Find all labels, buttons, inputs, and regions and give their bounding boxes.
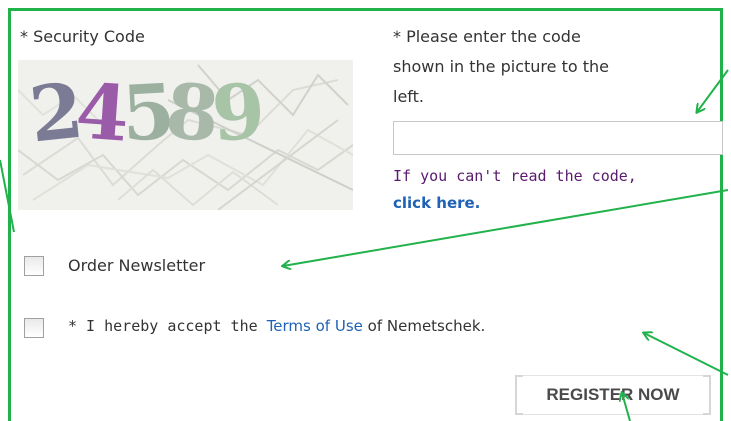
captcha-refresh-link[interactable]: click here.: [393, 194, 480, 212]
register-now-button[interactable]: REGISTER NOW: [515, 375, 711, 415]
terms-suffix: of Nemetschek.: [362, 317, 486, 335]
captcha-instruction-line: shown in the picture to the: [393, 57, 609, 76]
newsletter-label: Order Newsletter: [68, 256, 206, 275]
security-code-label: * Security Code: [20, 27, 145, 46]
terms-prefix: * I hereby accept the: [68, 317, 267, 335]
newsletter-checkbox[interactable]: [24, 256, 44, 276]
captcha-digit: 9: [208, 66, 268, 159]
terms-label: * I hereby accept the Terms of Use of Ne…: [68, 317, 485, 335]
captcha-instruction-line: left.: [393, 87, 424, 106]
captcha-help: If you can't read the code, click here.: [393, 163, 723, 217]
security-code-input[interactable]: [393, 121, 723, 155]
captcha-help-text: If you can't read the code,: [393, 167, 637, 185]
terms-checkbox[interactable]: [24, 318, 44, 338]
captcha-instruction-line: * Please enter the code: [393, 27, 581, 46]
terms-of-use-link[interactable]: Terms of Use: [267, 317, 363, 335]
captcha-image: 24589: [18, 60, 353, 210]
